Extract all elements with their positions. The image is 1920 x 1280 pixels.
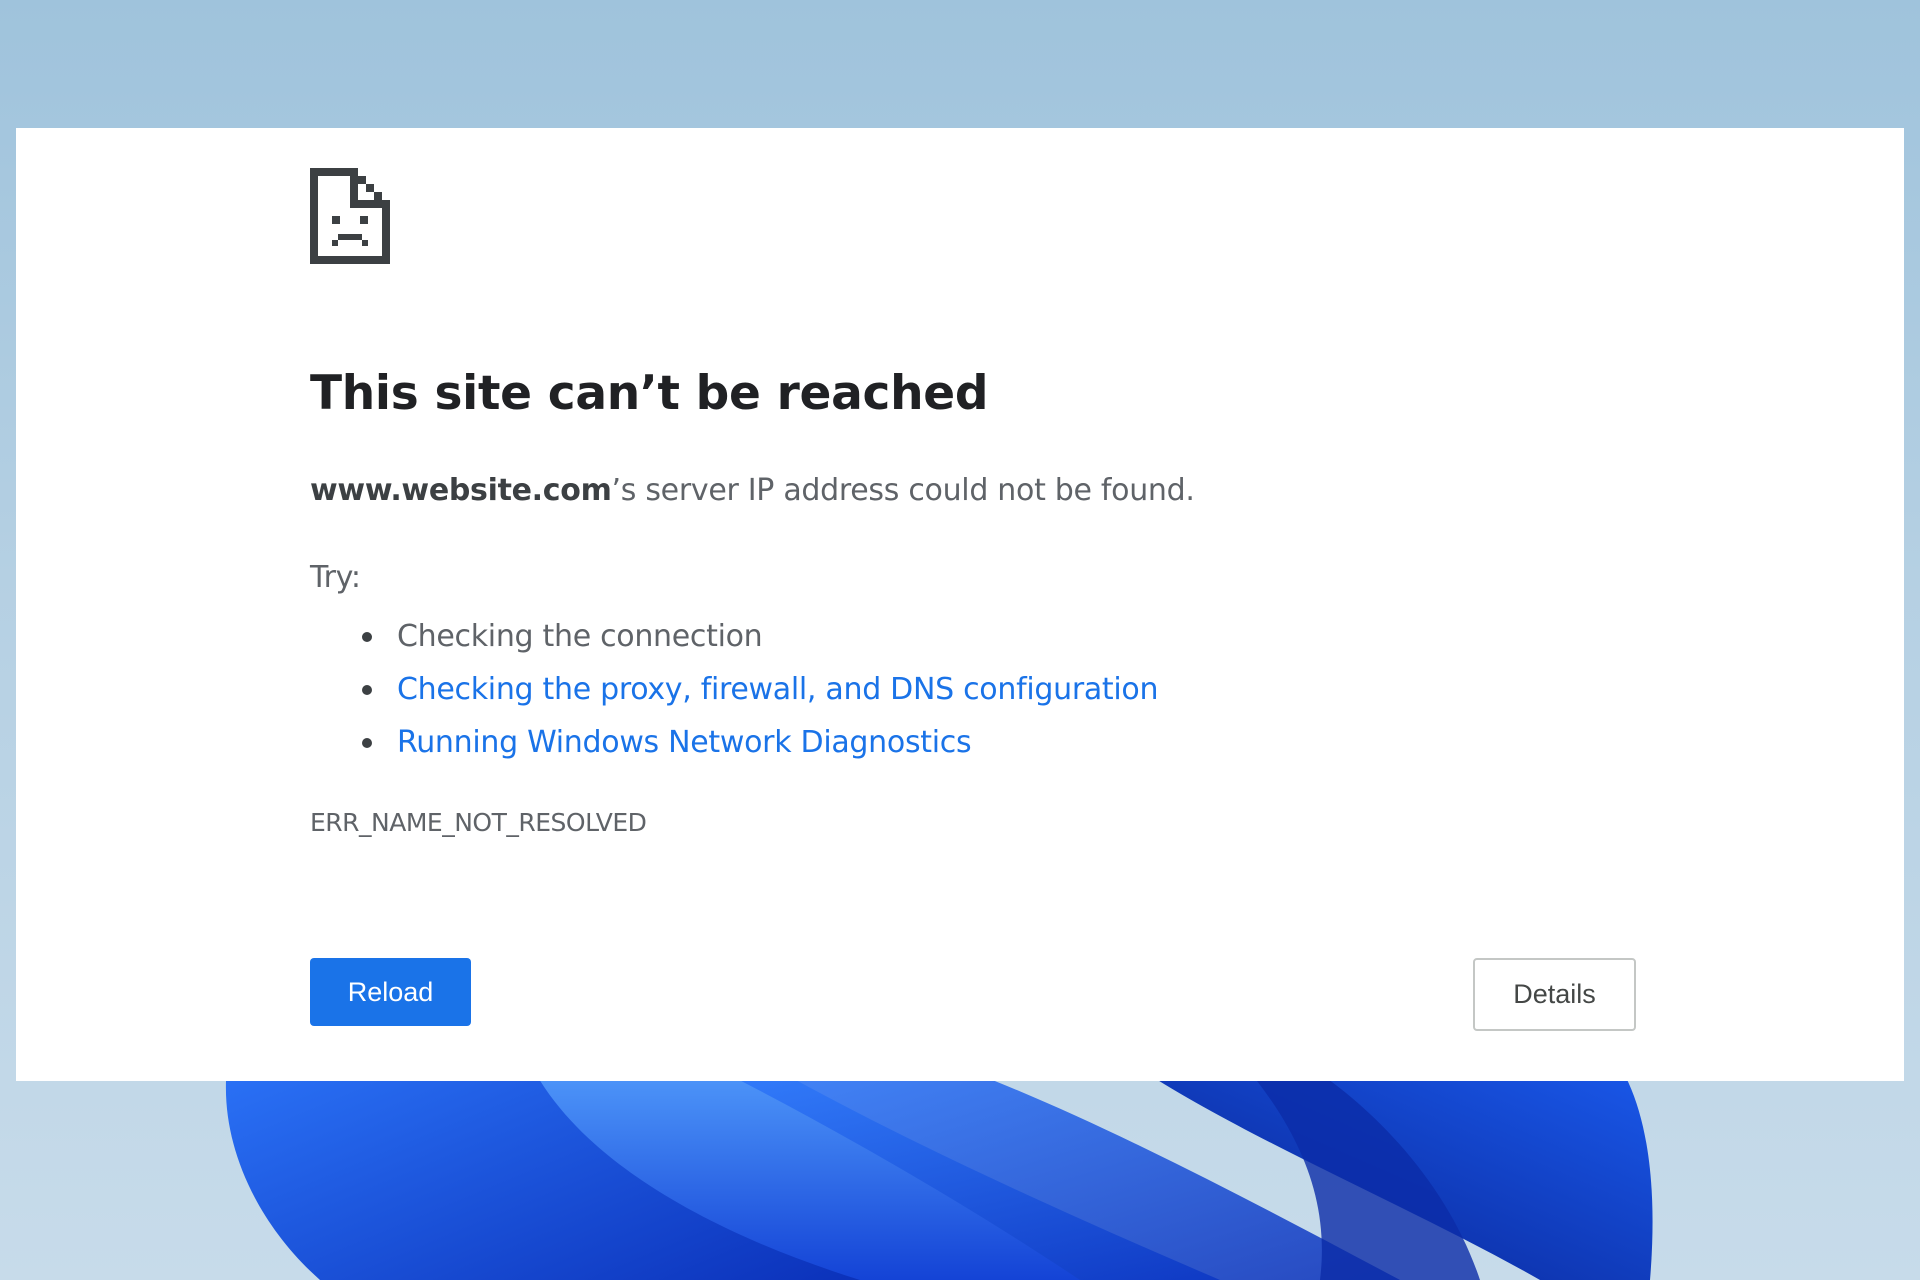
list-item: Checking the proxy, firewall, and DNS co… <box>362 663 1159 716</box>
reload-button[interactable]: Reload <box>310 958 471 1026</box>
error-host: www.website.com <box>310 473 612 508</box>
link-run-network-diagnostics[interactable]: Running Windows Network Diagnostics <box>397 725 972 760</box>
error-code: ERR_NAME_NOT_RESOLVED <box>310 808 647 837</box>
list-item: Checking the connection <box>362 610 1158 663</box>
list-item: Running Windows Network Diagnostics <box>362 716 1158 769</box>
suggestion-check-connection: Checking the connection <box>397 619 763 654</box>
bullet-icon <box>362 738 372 748</box>
page-title: This site can’t be reached <box>310 366 989 421</box>
link-check-proxy-firewall-dns[interactable]: Checking the proxy, firewall, and DNS co… <box>397 672 1159 707</box>
suggestion-list: Checking the connection Checking the pro… <box>362 610 1159 769</box>
sad-page-icon <box>310 168 390 264</box>
try-label: Try: <box>310 560 361 595</box>
bullet-icon <box>362 632 372 642</box>
bullet-icon <box>362 685 372 695</box>
error-page-panel: This site can’t be reached www.website.c… <box>16 128 1904 1081</box>
details-button[interactable]: Details <box>1473 958 1636 1031</box>
error-message: www.website.com’s server IP address coul… <box>310 473 1195 508</box>
error-message-text: ’s server IP address could not be found. <box>611 473 1195 508</box>
